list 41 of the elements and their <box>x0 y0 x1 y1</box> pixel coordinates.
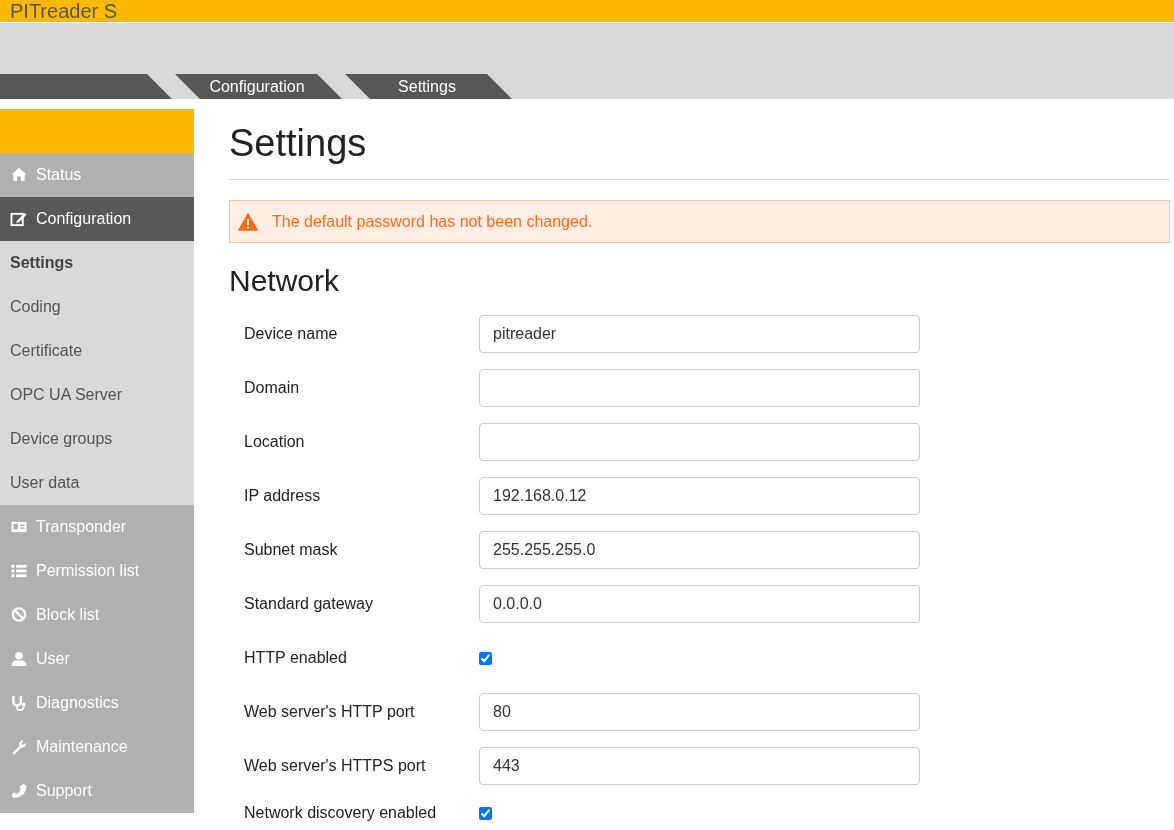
sidebar-item[interactable]: OPC UA Server <box>0 373 194 417</box>
input-field[interactable] <box>479 369 920 407</box>
id-card-icon <box>10 519 28 535</box>
sidebar-item[interactable]: Certificate <box>0 329 194 373</box>
checkbox[interactable] <box>479 806 492 820</box>
input-field[interactable]: 443 <box>479 747 920 785</box>
ban-icon <box>10 607 28 623</box>
home-icon <box>10 167 28 183</box>
checkbox[interactable] <box>479 651 492 665</box>
field-label: Network discovery enabled <box>244 803 438 823</box>
input-field[interactable]: 0.0.0.0 <box>479 585 920 623</box>
section-heading: Network <box>229 263 341 299</box>
list-icon <box>10 563 28 579</box>
warning-icon <box>238 212 258 231</box>
input-field[interactable]: 255.255.255.0 <box>479 531 920 569</box>
field-label: Subnet mask <box>244 540 339 560</box>
sidebar-item[interactable]: Settings <box>0 241 194 285</box>
field-label: Standard gateway <box>244 594 374 614</box>
stethoscope-icon <box>10 695 28 711</box>
wrench-icon <box>10 739 28 755</box>
page-title: Settings <box>229 121 368 166</box>
alert-text: The default password has not been changed. <box>272 211 593 232</box>
field-label: Web server's HTTPS port <box>244 756 427 776</box>
sidebar-item[interactable]: Device groups <box>0 417 194 461</box>
field-label: Device name <box>244 324 339 344</box>
field-label: Web server's HTTP port <box>244 702 416 722</box>
field-label: Location <box>244 432 306 452</box>
sidebar-item[interactable]: User data <box>0 461 194 505</box>
sidebar-item[interactable]: Coding <box>0 285 194 329</box>
sidebar-item[interactable]: Configuration <box>0 197 194 241</box>
input-field[interactable]: pitreader <box>479 315 920 353</box>
user-icon <box>10 651 28 667</box>
field-label: Domain <box>244 378 301 398</box>
input-field[interactable]: 192.168.0.12 <box>479 477 920 515</box>
app-title: PITreader S <box>9 0 118 22</box>
input-field[interactable]: 80 <box>479 693 920 731</box>
input-field[interactable] <box>479 423 920 461</box>
field-label: IP address <box>244 486 322 506</box>
field-label: HTTP enabled <box>244 648 348 668</box>
edit-icon <box>10 211 28 227</box>
phone-icon <box>10 783 28 799</box>
